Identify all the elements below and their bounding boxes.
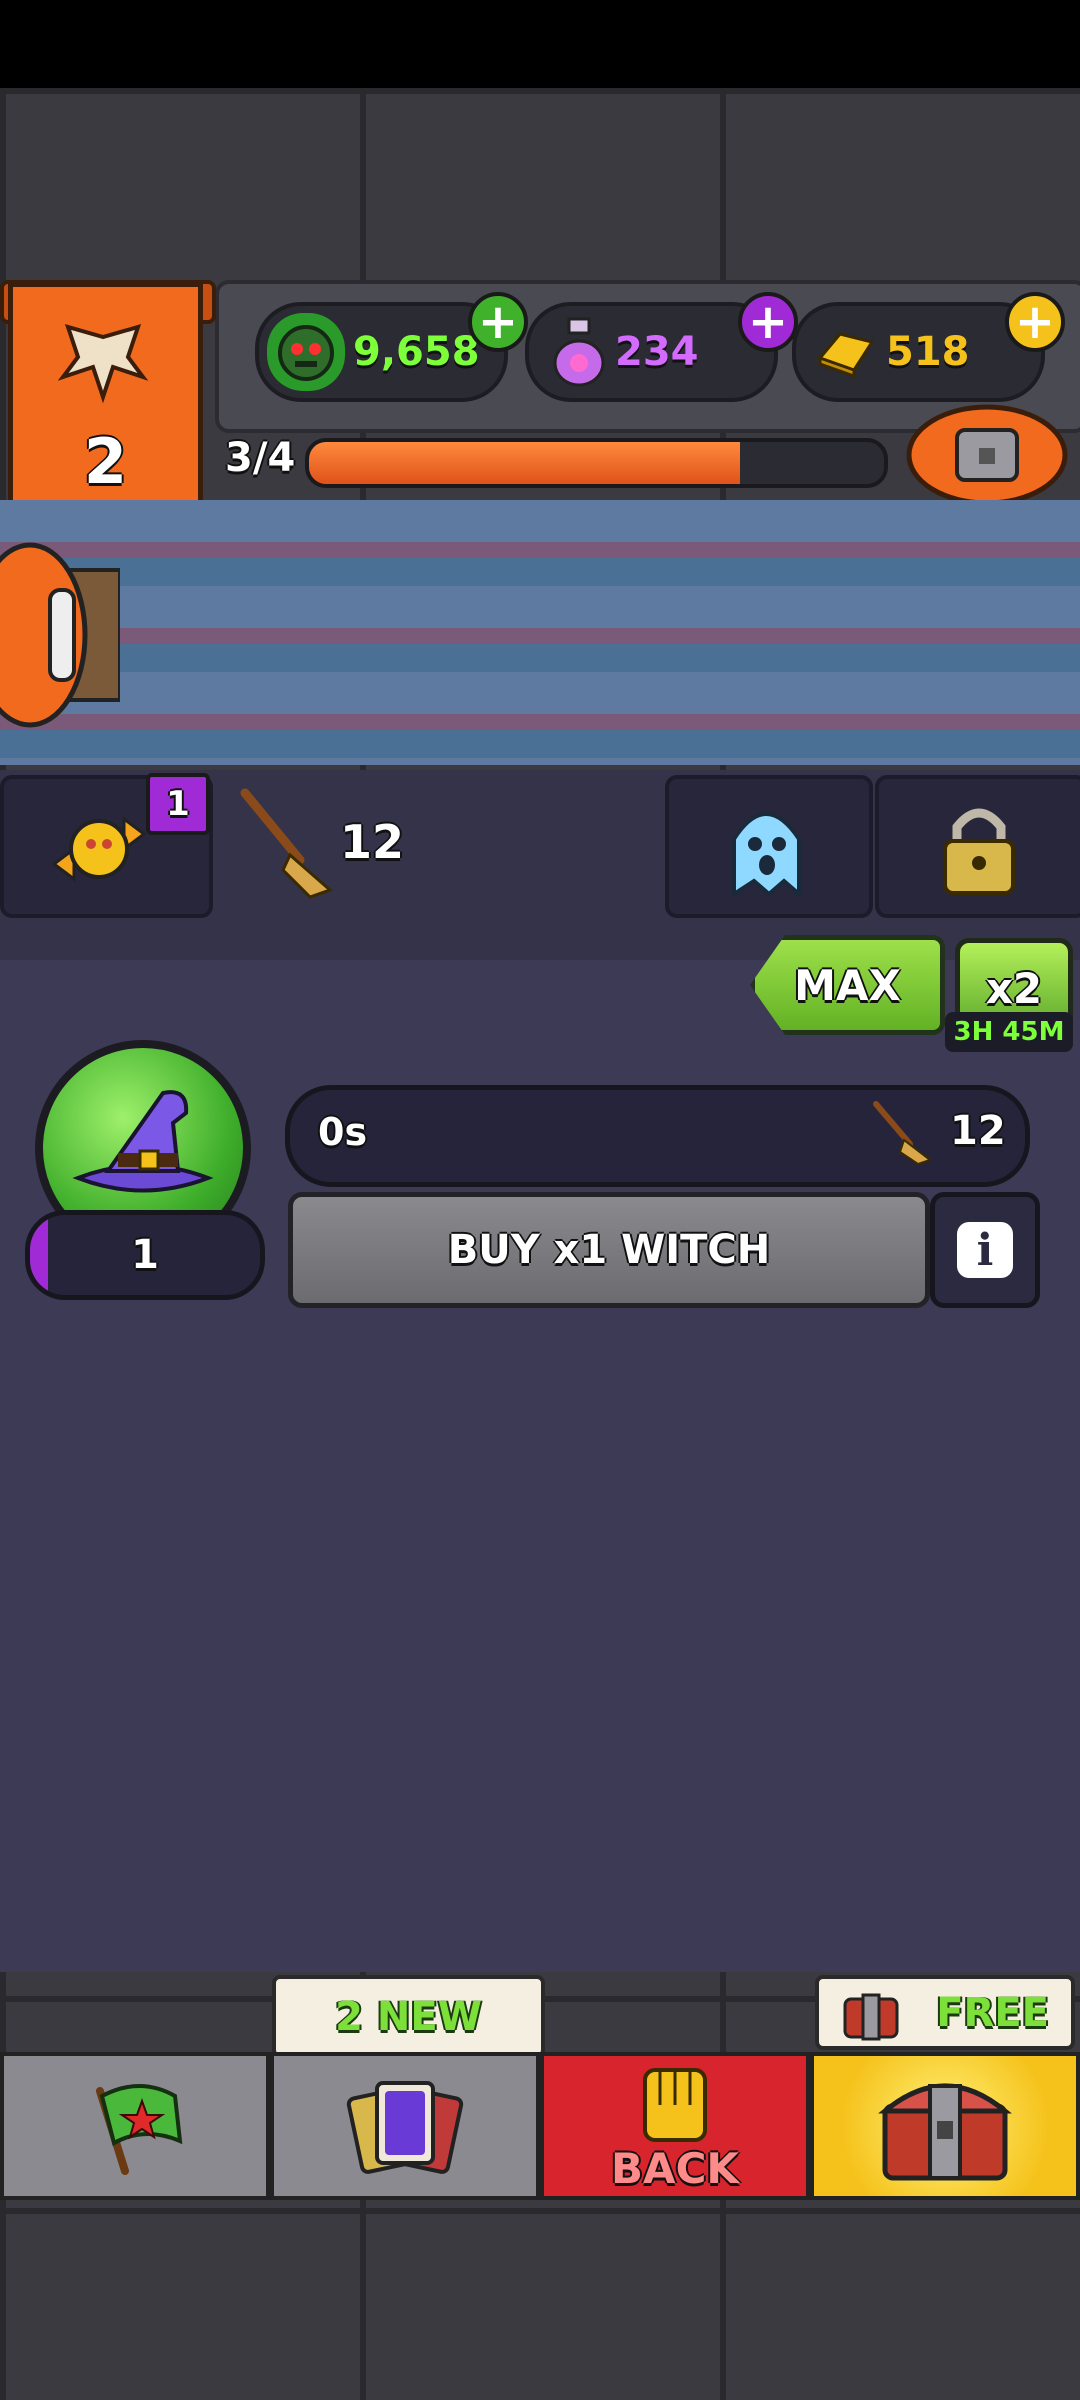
unit-level-box: 1 [25, 1210, 265, 1300]
nav-chest-button[interactable] [810, 2052, 1080, 2200]
add-slime-button[interactable]: + [468, 292, 528, 352]
tab-broom-selected[interactable]: 12 [215, 775, 655, 915]
tab-ghost[interactable] [665, 775, 873, 918]
wave-reward-chest[interactable] [905, 400, 1070, 510]
fist-icon [643, 2067, 707, 2142]
spawn-time-value: 0s [318, 1110, 368, 1154]
broom-count: 12 [340, 815, 405, 869]
x2-boost-timer: 3H 45M [945, 1012, 1073, 1052]
padlock-icon [943, 808, 1015, 895]
add-gold-button[interactable]: + [1005, 292, 1065, 352]
add-potion-button[interactable]: + [738, 292, 798, 352]
ghost-icon [732, 812, 801, 899]
slime-currency-value: 9,658 [353, 329, 480, 375]
cards-new-tag: 2 NEW [272, 1975, 545, 2058]
max-button[interactable]: MAX [750, 935, 945, 1035]
nav-back-button[interactable]: BACK [540, 2052, 810, 2200]
chest-free-text: FREE [936, 1989, 1049, 2036]
chest-free-tag: FREE [815, 1975, 1075, 2050]
level-banner[interactable]: 2 [8, 282, 203, 537]
bat-icon [58, 324, 148, 404]
candy-count-badge: 1 [146, 773, 210, 835]
unit-level-fill [30, 1215, 48, 1295]
back-label: BACK [611, 2143, 739, 2193]
flag-icon [96, 2084, 183, 2175]
cards-icon [346, 2081, 464, 2174]
tab-locked[interactable] [875, 775, 1080, 918]
nav-map-button[interactable] [0, 2052, 270, 2200]
pumpkin-cart-icon [0, 542, 122, 728]
pumpkin-cart [0, 520, 122, 750]
candy-badge-value: 1 [166, 784, 190, 824]
battle-lane [0, 500, 1080, 765]
info-button[interactable]: i [930, 1192, 1040, 1308]
wave-progress-bar [305, 438, 888, 488]
level-number: 2 [83, 425, 128, 498]
wave-progress-fill [309, 442, 741, 484]
treasure-chest-icon [878, 2083, 1012, 2181]
laurel-chest-icon [906, 404, 1068, 506]
witch-hat-icon [72, 1090, 214, 1193]
unit-level-value: 1 [131, 1232, 159, 1278]
potion-currency-value: 234 [615, 329, 699, 375]
slime-icon [267, 313, 345, 391]
gold-currency-value: 518 [886, 329, 970, 375]
spawn-timer-bar: 0s 12 [285, 1085, 1030, 1187]
broom-icon [240, 788, 333, 899]
broom-cost-icon [873, 1101, 933, 1166]
broom-cost-value: 12 [950, 1108, 1006, 1154]
status-bar [0, 0, 1080, 88]
nav-cards-button[interactable] [270, 2052, 540, 2200]
wave-progress-label: 3/4 [225, 435, 296, 481]
buy-witch-button[interactable]: BUY x1 WITCH [288, 1192, 930, 1308]
info-icon: i [957, 1222, 1013, 1278]
potion-icon [553, 317, 605, 387]
mini-chest-icon [843, 1993, 899, 2041]
gold-bar-icon [817, 332, 875, 379]
candy-icon [51, 816, 147, 882]
